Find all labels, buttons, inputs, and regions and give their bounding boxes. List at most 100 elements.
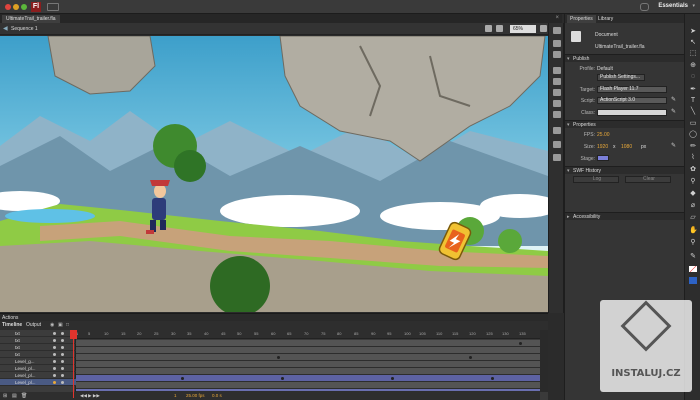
clip-stage-icon[interactable] — [540, 25, 547, 32]
keyframe[interactable] — [469, 356, 472, 359]
frame-span[interactable] — [76, 340, 540, 347]
deco-tool-icon[interactable]: ✿ — [689, 166, 697, 174]
document-tab[interactable]: UltimateTrail_trailer.fla — [2, 15, 60, 23]
info-icon[interactable] — [553, 67, 561, 74]
lock-icon[interactable]: ▣ — [58, 322, 63, 328]
edit-scene-icon[interactable] — [485, 25, 492, 32]
eye-icon[interactable]: ◉ — [50, 322, 54, 328]
layer-row[interactable]: txt — [0, 351, 76, 358]
align-icon[interactable] — [553, 100, 561, 107]
lock-dot[interactable] — [61, 332, 64, 335]
publish-section-header[interactable]: Publish — [565, 54, 685, 63]
timeline-scrollbar[interactable] — [540, 330, 548, 392]
new-folder-icon[interactable]: ▤ — [12, 392, 17, 400]
zoom-select[interactable]: 65% — [510, 25, 536, 33]
fill-color-swatch[interactable] — [689, 266, 697, 272]
zoom-tool-icon[interactable]: ⚲ — [689, 239, 697, 247]
tab-output[interactable]: Output — [26, 321, 41, 329]
hand-tool-icon[interactable]: ✋ — [689, 227, 698, 235]
tab-properties[interactable]: Properties — [567, 15, 596, 23]
fps-value[interactable]: 25.00 — [597, 132, 610, 138]
keyframe[interactable] — [391, 377, 394, 380]
properties-section-header[interactable]: Properties — [565, 120, 685, 129]
stage-canvas[interactable] — [0, 36, 548, 312]
oval-tool-icon[interactable]: ◯ — [689, 131, 697, 139]
selection-tool-icon[interactable]: ➤ — [689, 28, 697, 36]
keyframe[interactable] — [491, 377, 494, 380]
tween-span[interactable] — [76, 375, 540, 382]
layer-row-active[interactable]: Level_pl... — [0, 379, 76, 386]
text-tool-icon[interactable]: T — [689, 97, 697, 105]
playback-controls-icon[interactable]: ◀◀ ▶ ▶▶ — [80, 392, 100, 400]
target-select[interactable]: Flash Player 11.7 — [597, 86, 667, 93]
swf-clear-button[interactable]: Clear — [625, 176, 671, 183]
lock-dot[interactable] — [61, 360, 64, 363]
minimize-window-button[interactable] — [13, 4, 19, 10]
frame-ruler[interactable]: 1 5 10 15 20 25 30 35 40 45 50 55 60 65 … — [76, 330, 540, 339]
line-tool-icon[interactable]: ╲ — [689, 108, 697, 116]
layout-icon[interactable] — [47, 3, 59, 11]
swap-colors-icon[interactable] — [689, 277, 697, 284]
eraser-tool-icon[interactable]: ▱ — [689, 214, 697, 222]
accessibility-section-header[interactable]: Accessibility — [565, 212, 685, 221]
fps-readout[interactable]: 25.00 fps — [186, 392, 205, 400]
layer-row[interactable]: Level_pl... — [0, 365, 76, 372]
rectangle-tool-icon[interactable]: ▭ — [689, 120, 697, 128]
components-icon[interactable] — [553, 141, 561, 148]
layer-row[interactable]: txt — [0, 344, 76, 351]
visibility-dot[interactable] — [53, 332, 56, 335]
scene-breadcrumb[interactable]: Sequence 1 — [11, 26, 38, 32]
visibility-dot[interactable] — [53, 381, 56, 384]
tab-timeline[interactable]: Timeline — [2, 321, 22, 329]
delete-layer-icon[interactable]: 🗑 — [21, 392, 27, 400]
close-window-button[interactable] — [5, 4, 11, 10]
publish-settings-button[interactable]: Publish Settings... — [597, 74, 645, 81]
keyframe[interactable] — [181, 377, 184, 380]
pencil-icon[interactable]: ✎ — [671, 108, 676, 115]
free-transform-tool-icon[interactable]: ⬚ — [689, 50, 697, 58]
visibility-dot[interactable] — [53, 339, 56, 342]
color-icon[interactable] — [553, 127, 561, 134]
frame-span[interactable] — [76, 361, 540, 368]
code-icon[interactable] — [553, 89, 561, 96]
lock-dot[interactable] — [61, 353, 64, 356]
brush-tool-icon[interactable]: ⌇ — [689, 154, 697, 162]
lasso-tool-icon[interactable]: ◌ — [689, 73, 697, 81]
subselection-tool-icon[interactable]: ↖ — [689, 39, 697, 47]
lock-dot[interactable] — [61, 367, 64, 370]
visibility-dot[interactable] — [53, 374, 56, 377]
layer-row[interactable]: Level_pl... — [0, 372, 76, 379]
swatches-icon[interactable] — [553, 78, 561, 85]
keyframe[interactable] — [277, 356, 280, 359]
visibility-dot[interactable] — [53, 367, 56, 370]
eye-icon[interactable] — [553, 27, 561, 34]
paint-bucket-tool-icon[interactable]: ◆ — [689, 190, 697, 198]
layer-row[interactable]: txt — [0, 330, 76, 337]
stage-height-value[interactable]: 1080 — [621, 144, 632, 150]
class-input[interactable] — [597, 109, 667, 116]
frame-span[interactable] — [76, 347, 540, 354]
3d-rotation-tool-icon[interactable]: ⊕ — [689, 62, 697, 70]
edit-symbol-icon[interactable] — [496, 25, 503, 32]
bone-tool-icon[interactable]: ⚲ — [689, 178, 697, 186]
layer-row[interactable]: txt — [0, 337, 76, 344]
motion-presets-icon[interactable] — [553, 154, 561, 161]
transform-icon[interactable] — [553, 111, 561, 118]
lock-dot[interactable] — [61, 374, 64, 377]
keyframe[interactable] — [519, 342, 522, 345]
eyedropper-tool-icon[interactable]: ⌀ — [689, 202, 697, 210]
lock-dot[interactable] — [61, 339, 64, 342]
visibility-dot[interactable] — [53, 346, 56, 349]
new-layer-icon[interactable]: ⊞ — [3, 392, 7, 400]
back-arrow-icon[interactable]: ◀ — [3, 25, 8, 32]
pen-tool-icon[interactable]: ✒ — [689, 86, 697, 94]
stage-width-value[interactable]: 1920 — [597, 144, 608, 150]
swf-log-button[interactable]: Log — [573, 176, 619, 183]
sync-icon[interactable] — [640, 3, 649, 11]
script-select[interactable]: ActionScript 3.0 — [597, 97, 667, 104]
stroke-color-icon[interactable]: ✎ — [689, 253, 697, 261]
maximize-window-button[interactable] — [21, 4, 27, 10]
lock-dot[interactable] — [61, 381, 64, 384]
outline-icon[interactable]: □ — [66, 322, 69, 328]
lock-dot[interactable] — [61, 346, 64, 349]
